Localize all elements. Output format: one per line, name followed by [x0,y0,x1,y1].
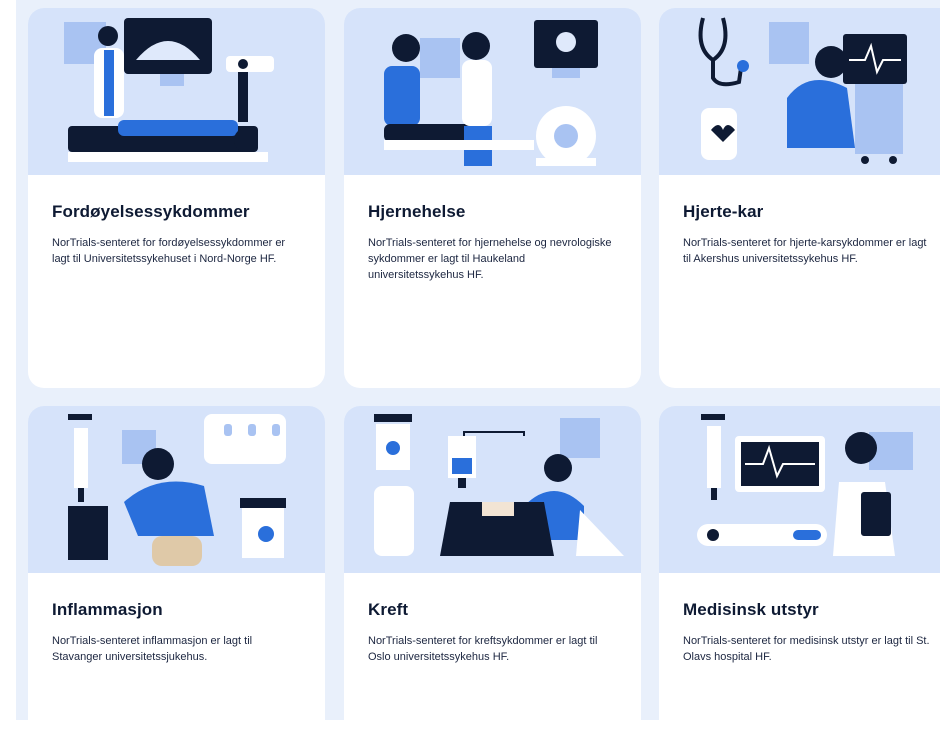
cancer-illustration [344,406,641,573]
card-title: Medisinsk utstyr [683,600,819,619]
card-description: NorTrials-senteret for hjernehelse og ne… [368,237,612,281]
card-hjernehelse[interactable]: Hjernehelse NorTrials-senteret for hjern… [344,8,641,388]
card-title: Fordøyelsessykdommer [52,202,250,221]
card-inflammasjon[interactable]: Inflammasjon NorTrials-senteret inflamma… [28,406,325,736]
card-title: Hjerte-kar [683,202,764,221]
heart-illustration [659,8,940,175]
card-title: Hjernehelse [368,202,466,221]
card-hjerte-kar[interactable]: Hjerte-kar NorTrials-senteret for hjerte… [659,8,940,388]
card-description: NorTrials-senteret for kreftsykdommer er… [368,635,598,663]
brain-illustration [344,8,641,175]
inflammation-illustration [28,406,325,573]
digestive-illustration [28,8,325,175]
card-fordoyelsessykdommer[interactable]: Fordøyelsessykdommer NorTrials-senteret … [28,8,325,388]
card-title: Kreft [368,600,409,619]
card-description: NorTrials-senteret for fordøyelsessykdom… [52,237,286,265]
medical-device-illustration [659,406,940,573]
card-description: NorTrials-senteret inflammasjon er lagt … [52,635,253,663]
card-title: Inflammasjon [52,600,163,619]
card-kreft[interactable]: Kreft NorTrials-senteret for kreftsykdom… [344,406,641,736]
card-medisinsk-utstyr[interactable]: Medisinsk utstyr NorTrials-senteret for … [659,406,940,736]
card-description: NorTrials-senteret for medisinsk utstyr … [683,635,930,663]
card-description: NorTrials-senteret for hjerte-karsykdomm… [683,237,927,265]
